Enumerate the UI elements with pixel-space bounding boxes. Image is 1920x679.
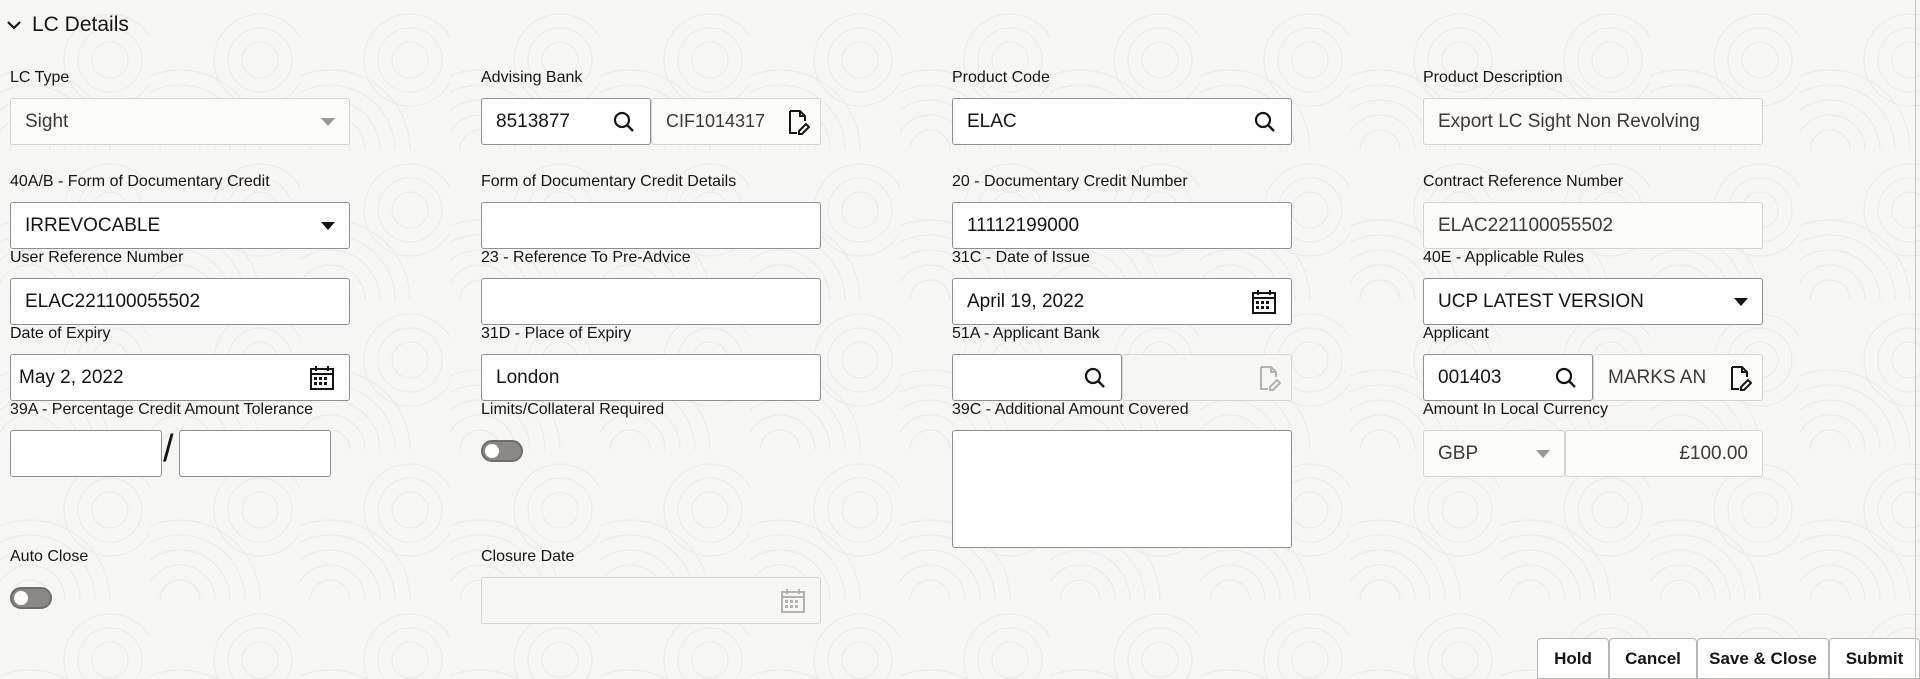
- place-of-expiry-value: London: [496, 366, 560, 388]
- product-code-label: Product Code: [952, 69, 1050, 86]
- form-of-credit-details-input[interactable]: [481, 202, 821, 249]
- form-of-credit-value: IRREVOCABLE: [25, 214, 161, 236]
- save-close-button[interactable]: Save & Close: [1697, 638, 1829, 679]
- date-of-issue-input[interactable]: April 19, 2022: [952, 278, 1292, 325]
- pre-advice-ref-label: 23 - Reference To Pre-Advice: [481, 249, 691, 266]
- closure-date-input: [481, 577, 821, 624]
- local-currency-value: GBP: [1438, 442, 1479, 464]
- limits-collateral-toggle[interactable]: [481, 440, 523, 462]
- user-reference-label: User Reference Number: [10, 249, 184, 266]
- search-icon[interactable]: [612, 110, 636, 134]
- product-description-value: Export LC Sight Non Revolving: [1438, 110, 1700, 132]
- cancel-button[interactable]: Cancel: [1609, 638, 1697, 679]
- document-edit-icon[interactable]: [1728, 365, 1752, 391]
- product-description-field: Export LC Sight Non Revolving: [1423, 98, 1763, 145]
- product-code-value: ELAC: [967, 110, 1017, 132]
- calendar-icon[interactable]: [1251, 289, 1277, 315]
- caret-down-icon: [1536, 449, 1550, 458]
- date-of-issue-value: April 19, 2022: [967, 290, 1085, 312]
- date-of-expiry-value: May 2, 2022: [19, 366, 124, 388]
- form-of-credit-label: 40A/B - Form of Documentary Credit: [10, 173, 270, 190]
- form-of-credit-select[interactable]: IRREVOCABLE: [10, 202, 350, 249]
- advising-bank-name: CIF1014317: [651, 98, 821, 145]
- doc-credit-number-label: 20 - Documentary Credit Number: [952, 173, 1188, 190]
- calendar-icon[interactable]: [309, 365, 335, 391]
- user-reference-value: ELAC221100055502: [25, 290, 201, 312]
- form-of-credit-details-label: Form of Documentary Credit Details: [481, 173, 737, 190]
- auto-close-label: Auto Close: [10, 548, 89, 565]
- product-code-input[interactable]: ELAC: [952, 98, 1292, 145]
- product-description-label: Product Description: [1423, 69, 1563, 86]
- toggle-knob: [14, 591, 28, 605]
- document-edit-icon[interactable]: [786, 109, 810, 135]
- place-of-expiry-label: 31D - Place of Expiry: [481, 325, 632, 342]
- applicant-input[interactable]: 001403: [1423, 354, 1593, 401]
- advising-bank-name-value: CIF1014317: [666, 111, 766, 131]
- caret-down-icon: [321, 117, 335, 126]
- advising-bank-input[interactable]: 8513877: [481, 98, 651, 145]
- tolerance-minus-input[interactable]: [179, 430, 331, 477]
- applicant-bank-name: [1122, 354, 1292, 401]
- search-icon[interactable]: [1083, 366, 1107, 390]
- tolerance-plus-input[interactable]: [10, 430, 162, 477]
- applicant-label: Applicant: [1423, 325, 1489, 342]
- applicable-rules-value: UCP LATEST VERSION: [1438, 290, 1644, 312]
- user-reference-input[interactable]: ELAC221100055502: [10, 278, 350, 325]
- applicable-rules-select[interactable]: UCP LATEST VERSION: [1423, 278, 1763, 325]
- tolerance-label: 39A - Percentage Credit Amount Tolerance: [10, 401, 313, 418]
- applicant-name-value: MARKS AN: [1608, 366, 1707, 388]
- calendar-icon: [780, 588, 806, 614]
- submit-button[interactable]: Submit: [1829, 638, 1920, 679]
- search-icon[interactable]: [1253, 110, 1277, 134]
- toggle-knob: [485, 444, 499, 458]
- date-of-expiry-input[interactable]: May 2, 2022: [10, 354, 350, 401]
- doc-credit-number-value: 11112199000: [967, 214, 1080, 236]
- advising-bank-value: 8513877: [496, 110, 570, 132]
- applicant-value: 001403: [1438, 366, 1502, 388]
- lc-type-label: LC Type: [10, 69, 70, 86]
- local-amount-field: £100.00: [1565, 430, 1763, 477]
- lc-type-select[interactable]: Sight: [10, 98, 350, 145]
- hold-button[interactable]: Hold: [1537, 638, 1609, 679]
- place-of-expiry-input[interactable]: London: [481, 354, 821, 401]
- chevron-down-icon: [7, 21, 21, 30]
- local-currency-select: GBP: [1423, 430, 1565, 477]
- lc-type-value: Sight: [25, 110, 69, 132]
- limits-collateral-label: Limits/Collateral Required: [481, 401, 665, 418]
- document-edit-icon: [1257, 365, 1281, 391]
- auto-close-toggle[interactable]: [10, 587, 52, 609]
- applicant-bank-label: 51A - Applicant Bank: [952, 325, 1100, 342]
- section-header[interactable]: LC Details: [6, 10, 129, 40]
- scrollbar-edge: [1915, 0, 1916, 679]
- additional-amount-textarea[interactable]: [952, 430, 1292, 548]
- pre-advice-ref-input[interactable]: [481, 278, 821, 325]
- date-of-expiry-label: Date of Expiry: [10, 325, 111, 342]
- contract-reference-label: Contract Reference Number: [1423, 173, 1624, 190]
- caret-down-icon: [321, 221, 335, 230]
- date-of-issue-label: 31C - Date of Issue: [952, 249, 1090, 266]
- applicable-rules-label: 40E - Applicable Rules: [1423, 249, 1584, 266]
- applicant-bank-input[interactable]: [952, 354, 1122, 401]
- closure-date-label: Closure Date: [481, 548, 575, 565]
- contract-reference-field: ELAC221100055502: [1423, 202, 1763, 249]
- section-title: LC Details: [32, 13, 129, 36]
- local-amount-value: £100.00: [1679, 442, 1748, 464]
- additional-amount-label: 39C - Additional Amount Covered: [952, 401, 1189, 418]
- advising-bank-label: Advising Bank: [481, 69, 583, 86]
- doc-credit-number-input[interactable]: 11112199000: [952, 202, 1292, 249]
- applicant-name: MARKS AN: [1593, 354, 1763, 401]
- caret-down-icon: [1734, 297, 1748, 306]
- contract-reference-value: ELAC221100055502: [1438, 214, 1614, 236]
- local-amount-label: Amount In Local Currency: [1423, 401, 1608, 418]
- search-icon[interactable]: [1554, 366, 1578, 390]
- tolerance-separator: /: [163, 428, 174, 470]
